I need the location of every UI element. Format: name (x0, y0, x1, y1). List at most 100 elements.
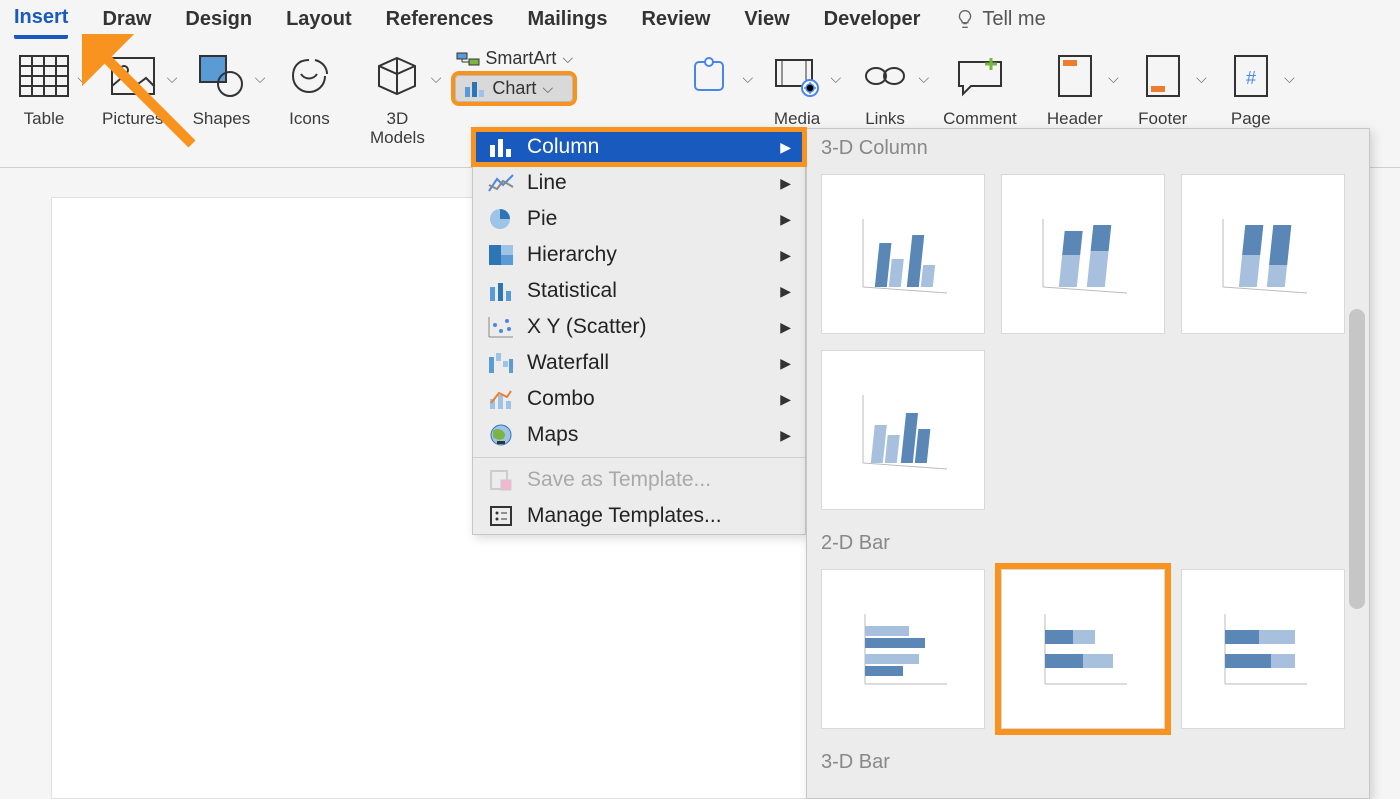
tell-me-label: Tell me (982, 8, 1045, 31)
tab-insert[interactable]: Insert (14, 6, 68, 39)
ribbon-shapes-label: Shapes (193, 110, 251, 129)
chart-menu-label: Statistical (527, 279, 617, 303)
tab-layout[interactable]: Layout (286, 8, 352, 37)
tell-me-search[interactable]: Tell me (954, 8, 1045, 37)
chart-menu-label: Maps (527, 423, 578, 447)
chart-thumb-icon (1213, 209, 1313, 299)
ribbon-comment[interactable]: Comment (943, 46, 1017, 129)
ribbon-icons[interactable]: Icons (279, 46, 339, 129)
chart-menu-combo[interactable]: Combo ▶ (473, 381, 805, 417)
tab-view[interactable]: View (744, 8, 789, 37)
ribbon-icons-label: Icons (289, 110, 330, 129)
lightbulb-icon (954, 8, 976, 30)
tab-review[interactable]: Review (641, 8, 710, 37)
chart-thumb-icon (853, 604, 953, 694)
chart-menu-waterfall[interactable]: Waterfall ▶ (473, 345, 805, 381)
ribbon-pictures-label: Pictures (102, 110, 163, 129)
chart-menu-column[interactable]: Column ▶ (473, 129, 805, 165)
chart-type-menu: Column ▶ Line ▶ Pie ▶ Hierarchy ▶ Statis… (472, 128, 806, 535)
tab-developer[interactable]: Developer (824, 8, 921, 37)
chart-menu-line[interactable]: Line ▶ (473, 165, 805, 201)
picture-icon (110, 56, 156, 96)
chevron-down-icon: ⌵ (167, 70, 178, 87)
chart-label: Chart (492, 78, 536, 99)
chart-menu-save-template: Save as Template... (473, 462, 805, 498)
submenu-caret-icon: ▶ (780, 319, 791, 336)
smartart-label: SmartArt (485, 48, 556, 69)
tab-draw[interactable]: Draw (102, 8, 151, 37)
submenu-caret-icon: ▶ (780, 391, 791, 408)
ribbon-tab-bar: Insert Draw Design Layout References Mai… (0, 0, 1400, 38)
ribbon-addins[interactable]: ⌵ (679, 46, 739, 128)
pie-chart-icon (487, 207, 515, 231)
chart-gallery-panel: 3-D Column 2-D Bar 3-D Bar (806, 128, 1370, 799)
combo-chart-icon (487, 387, 515, 411)
chevron-down-icon: ⌵ (255, 70, 266, 87)
ribbon-comment-label: Comment (943, 110, 1017, 129)
chart-thumb-2d-100-stacked-bar[interactable] (1181, 569, 1345, 729)
chevron-down-icon: ⌵ (742, 70, 753, 87)
submenu-caret-icon: ▶ (780, 247, 791, 264)
cube-icon (375, 54, 419, 98)
map-chart-icon (487, 423, 515, 447)
link-icon (860, 56, 910, 96)
ribbon-links[interactable]: ⌵ Links (855, 46, 915, 129)
submenu-caret-icon: ▶ (780, 355, 791, 372)
tab-references[interactable]: References (386, 8, 494, 37)
column-chart-icon (487, 135, 515, 159)
submenu-caret-icon: ▶ (780, 283, 791, 300)
chart-thumb-3d-100-stacked-column[interactable] (1181, 174, 1345, 334)
chart-menu-label: Waterfall (527, 351, 609, 375)
addin-icon (687, 54, 731, 98)
chevron-down-icon: ⌵ (830, 70, 841, 87)
gallery-scrollbar[interactable] (1349, 309, 1365, 609)
chart-menu-maps[interactable]: Maps ▶ (473, 417, 805, 453)
chart-menu-hierarchy[interactable]: Hierarchy ▶ (473, 237, 805, 273)
ribbon-footer[interactable]: ⌵ Footer (1133, 46, 1193, 129)
chevron-down-icon: ⌵ (1284, 70, 1295, 87)
chart-menu-label: Pie (527, 207, 557, 231)
submenu-caret-icon: ▶ (780, 427, 791, 444)
chart-thumb-2d-stacked-bar[interactable] (1001, 569, 1165, 729)
chart-menu-manage-templates[interactable]: Manage Templates... (473, 498, 805, 534)
footer-icon (1143, 52, 1183, 100)
chevron-down-icon: ⌵ (562, 50, 573, 67)
tab-design[interactable]: Design (185, 8, 252, 37)
ribbon-3d-models[interactable]: ⌵ 3D Models (367, 46, 427, 147)
chart-icon (462, 79, 488, 99)
ribbon-header[interactable]: ⌵ Header (1045, 46, 1105, 129)
ribbon-chart-button[interactable]: Chart ⌵ (455, 75, 573, 102)
tab-mailings[interactable]: Mailings (527, 8, 607, 37)
chart-menu-pie[interactable]: Pie ▶ (473, 201, 805, 237)
chart-thumb-3d-column[interactable] (821, 350, 985, 510)
media-icon (772, 54, 822, 98)
chevron-down-icon: ⌵ (1196, 70, 1207, 87)
ribbon-smartart[interactable]: SmartArt ⌵ (455, 48, 573, 69)
ribbon-media[interactable]: ⌵ Media (767, 46, 827, 129)
page-number-icon: # (1231, 52, 1271, 100)
ribbon-footer-label: Footer (1138, 110, 1187, 129)
save-template-icon (487, 468, 515, 492)
ribbon-page-number[interactable]: # ⌵ Page (1221, 46, 1281, 129)
submenu-caret-icon: ▶ (780, 139, 791, 156)
chart-thumb-3d-stacked-column[interactable] (1001, 174, 1165, 334)
scatter-chart-icon (487, 315, 515, 339)
ribbon-shapes[interactable]: ⌵ Shapes (191, 46, 251, 129)
chart-menu-label: Hierarchy (527, 243, 617, 267)
chart-thumb-3d-clustered-column[interactable] (821, 174, 985, 334)
chevron-down-icon: ⌵ (1108, 70, 1119, 87)
chart-menu-statistical[interactable]: Statistical ▶ (473, 273, 805, 309)
gallery-heading-3d-column: 3-D Column (807, 129, 1369, 168)
chevron-down-icon: ⌵ (431, 70, 442, 87)
ribbon-table[interactable]: ⌵ Table (14, 46, 74, 129)
ribbon-links-label: Links (865, 110, 905, 129)
chart-thumb-2d-clustered-bar[interactable] (821, 569, 985, 729)
table-icon (18, 54, 70, 98)
ribbon-table-label: Table (24, 110, 65, 129)
chevron-down-icon: ⌵ (918, 70, 929, 87)
smartart-icon (455, 49, 481, 69)
chart-menu-scatter[interactable]: X Y (Scatter) ▶ (473, 309, 805, 345)
chart-thumb-icon (853, 385, 953, 475)
ribbon-pictures[interactable]: ⌵ Pictures (102, 46, 163, 129)
chart-thumb-icon (1033, 209, 1133, 299)
